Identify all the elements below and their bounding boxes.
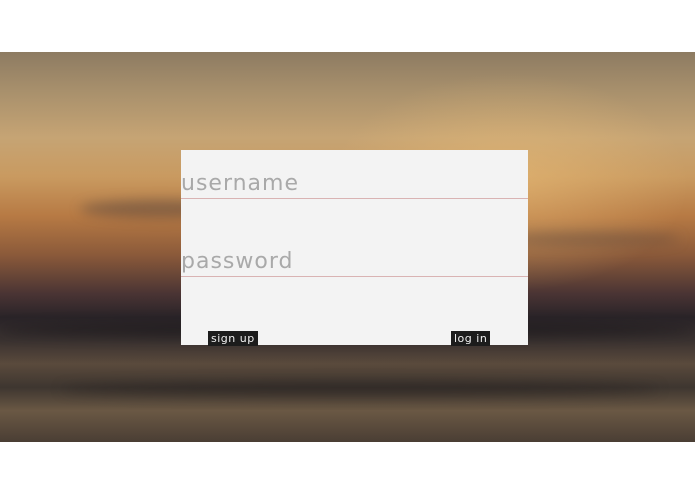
sign-up-button[interactable]: sign up <box>208 331 258 346</box>
log-in-button[interactable]: log in <box>451 331 491 346</box>
username-input[interactable] <box>181 168 528 199</box>
login-card: sign up log in <box>181 150 528 346</box>
background-cloud-streak <box>60 382 660 396</box>
password-input[interactable] <box>181 246 528 277</box>
